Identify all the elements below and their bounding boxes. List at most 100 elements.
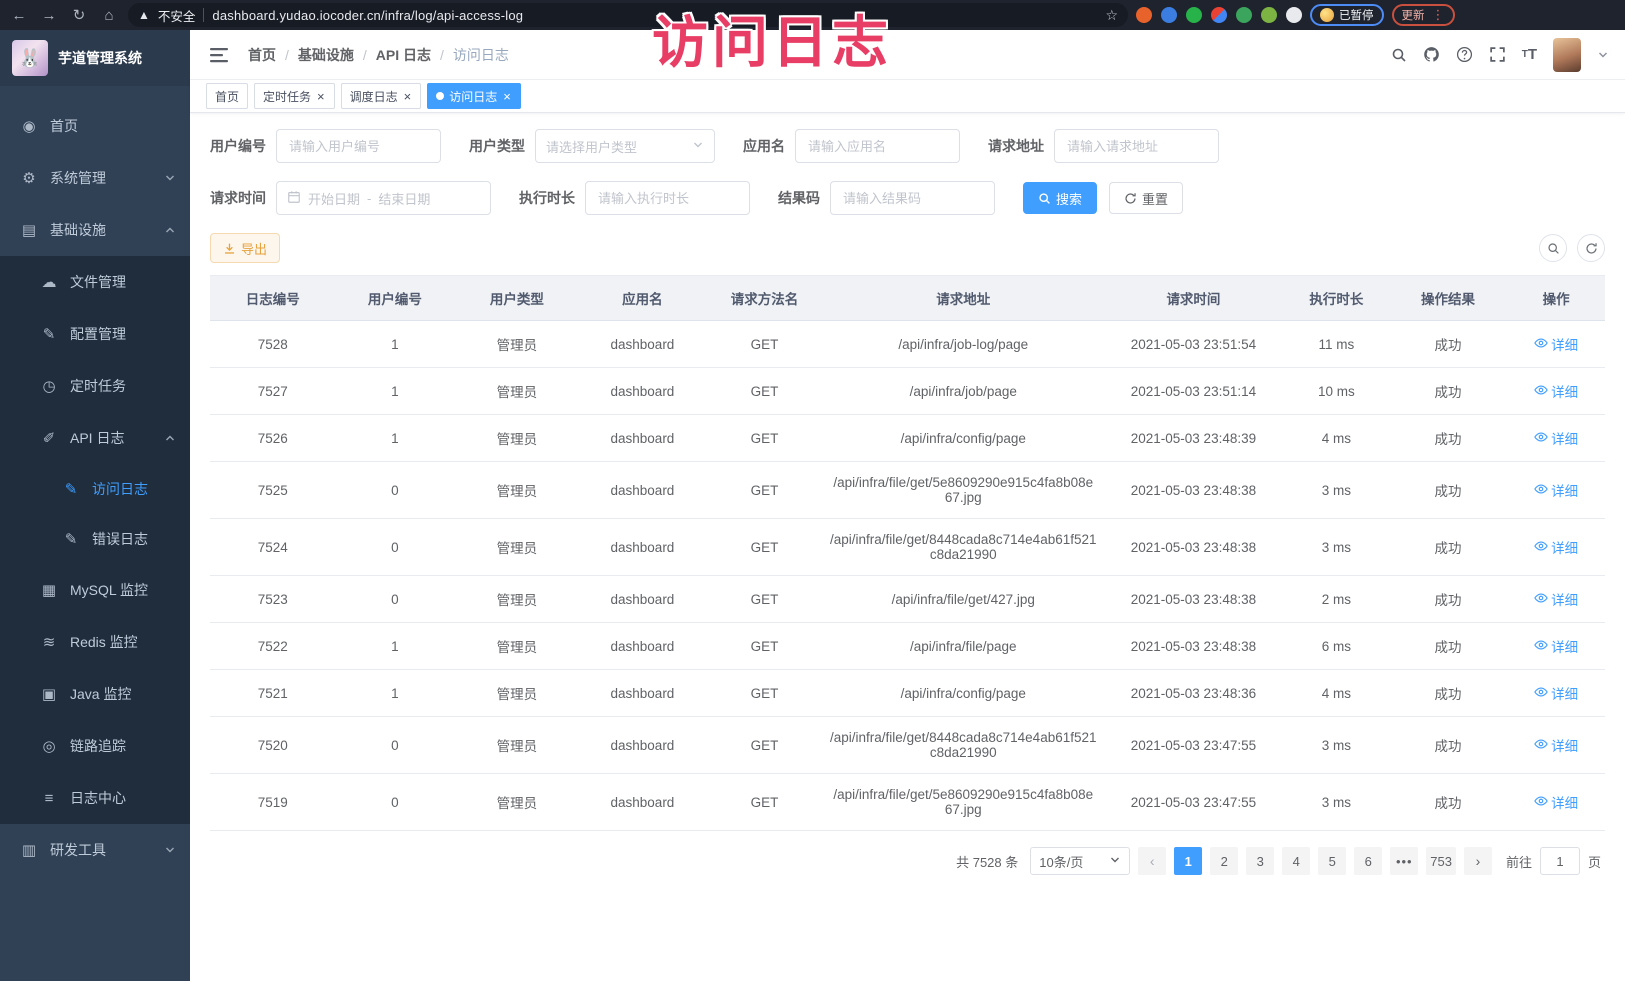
browser-home-icon[interactable]: ⌂ bbox=[98, 7, 120, 24]
breadcrumb-item[interactable]: 首页 bbox=[248, 45, 276, 65]
sidebar-item-Java-监控[interactable]: ▣Java 监控 bbox=[0, 668, 190, 720]
cell-执行时长: 4 ms bbox=[1284, 670, 1389, 717]
结果码-input[interactable] bbox=[830, 181, 995, 215]
page-ellipsis[interactable]: ••• bbox=[1390, 847, 1418, 875]
address-bar[interactable]: ▲ 不安全 dashboard.yudao.iocoder.cn/infra/l… bbox=[128, 3, 1128, 27]
detail-link[interactable]: 详细 bbox=[1534, 792, 1578, 812]
detail-link[interactable]: 详细 bbox=[1534, 334, 1578, 354]
goto-page-input[interactable] bbox=[1540, 847, 1580, 875]
detail-link[interactable]: 详细 bbox=[1534, 537, 1578, 557]
avatar-caret-icon[interactable] bbox=[1597, 49, 1609, 61]
sidebar-item-API-日志[interactable]: ✐API 日志 bbox=[0, 412, 190, 464]
detail-link[interactable]: 详细 bbox=[1534, 735, 1578, 755]
tab-首页[interactable]: 首页 bbox=[206, 83, 248, 109]
sidebar-item-MySQL-监控[interactable]: ▦MySQL 监控 bbox=[0, 564, 190, 616]
sidebar-item-基础设施[interactable]: ▤基础设施 bbox=[0, 204, 190, 256]
prev-page-button[interactable]: ‹ bbox=[1138, 847, 1166, 875]
breadcrumb-item[interactable]: 基础设施 bbox=[298, 45, 354, 65]
toggle-search-button[interactable] bbox=[1539, 234, 1567, 262]
browser-update-badge[interactable]: 更新 ⋮ bbox=[1392, 4, 1455, 26]
sidebar-item-日志中心[interactable]: ≡日志中心 bbox=[0, 772, 190, 824]
paw-extension-icon[interactable] bbox=[1286, 7, 1302, 23]
page-button-2[interactable]: 2 bbox=[1210, 847, 1238, 875]
请求地址-input[interactable] bbox=[1054, 129, 1219, 163]
cell-请求时间: 2021-05-03 23:51:54 bbox=[1103, 321, 1284, 368]
tab-调度日志[interactable]: 调度日志× bbox=[341, 83, 422, 109]
tab-定时任务[interactable]: 定时任务× bbox=[254, 83, 335, 109]
cell-用户编号: 1 bbox=[336, 415, 455, 462]
close-icon[interactable]: × bbox=[502, 90, 512, 103]
filter-field-用户类型: 用户类型请选择用户类型 bbox=[469, 129, 715, 163]
breadcrumb-item[interactable]: API 日志 bbox=[376, 45, 431, 65]
page-button-753[interactable]: 753 bbox=[1426, 847, 1456, 875]
page-button-6[interactable]: 6 bbox=[1354, 847, 1382, 875]
redis-icon: ≋ bbox=[40, 633, 58, 651]
refresh-button[interactable] bbox=[1577, 234, 1605, 262]
sidebar-item-Redis-监控[interactable]: ≋Redis 监控 bbox=[0, 616, 190, 668]
browser-forward-icon[interactable]: → bbox=[38, 7, 60, 24]
detail-link[interactable]: 详细 bbox=[1534, 480, 1578, 500]
orange-extension-icon[interactable] bbox=[1136, 7, 1152, 23]
github-icon[interactable] bbox=[1423, 46, 1440, 63]
browser-back-icon[interactable]: ← bbox=[8, 7, 30, 24]
chevron-down-icon bbox=[692, 139, 704, 154]
执行时长-input[interactable] bbox=[585, 181, 750, 215]
browser-menu-icon[interactable]: ⋮ bbox=[1432, 7, 1445, 23]
用户类型-select[interactable]: 请选择用户类型 bbox=[535, 129, 715, 163]
close-icon[interactable]: × bbox=[403, 90, 413, 103]
sidebar-item-首页[interactable]: ◉首页 bbox=[0, 100, 190, 152]
page-button-5[interactable]: 5 bbox=[1318, 847, 1346, 875]
shield-extension-icon[interactable] bbox=[1161, 7, 1177, 23]
bookmark-star-icon[interactable]: ☆ bbox=[1105, 7, 1118, 24]
search-icon[interactable] bbox=[1391, 47, 1407, 63]
detail-link[interactable]: 详细 bbox=[1534, 381, 1578, 401]
sidebar-item-访问日志[interactable]: ✎访问日志 bbox=[0, 464, 190, 514]
page-button-4[interactable]: 4 bbox=[1282, 847, 1310, 875]
detail-link[interactable]: 详细 bbox=[1534, 589, 1578, 609]
detail-link[interactable]: 详细 bbox=[1534, 683, 1578, 703]
tab-访问日志[interactable]: 访问日志× bbox=[427, 83, 521, 109]
app-logo[interactable]: 芋道管理系统 bbox=[0, 30, 190, 86]
edit-icon: ✎ bbox=[40, 325, 58, 343]
browser-reload-icon[interactable]: ↻ bbox=[68, 6, 90, 24]
sidebar-item-定时任务[interactable]: ◷定时任务 bbox=[0, 360, 190, 412]
translate-extension-icon[interactable] bbox=[1236, 7, 1252, 23]
table-row: 75211管理员dashboardGET/api/infra/config/pa… bbox=[210, 670, 1605, 717]
sidebar-item-配置管理[interactable]: ✎配置管理 bbox=[0, 308, 190, 360]
cell-请求方法名: GET bbox=[705, 774, 824, 831]
paused-label: 已暂停 bbox=[1339, 7, 1374, 23]
page-button-3[interactable]: 3 bbox=[1246, 847, 1274, 875]
sidebar-item-文件管理[interactable]: ☁文件管理 bbox=[0, 256, 190, 308]
green-bird-extension-icon[interactable] bbox=[1186, 7, 1202, 23]
eye-icon bbox=[1534, 591, 1548, 608]
fullscreen-icon[interactable] bbox=[1489, 46, 1506, 63]
hamburger-icon[interactable] bbox=[206, 43, 232, 67]
sidebar-item-系统管理[interactable]: ⚙系统管理 bbox=[0, 152, 190, 204]
next-page-button[interactable]: › bbox=[1464, 847, 1492, 875]
detail-label: 详细 bbox=[1551, 589, 1578, 609]
date-range-picker[interactable]: 开始日期-结束日期 bbox=[276, 181, 491, 215]
用户编号-input[interactable] bbox=[276, 129, 441, 163]
filter-field-请求时间: 请求时间开始日期-结束日期 bbox=[210, 181, 491, 215]
divider bbox=[203, 8, 204, 22]
paused-extension-badge[interactable]: 已暂停 bbox=[1310, 4, 1384, 26]
grid-extension-icon[interactable] bbox=[1211, 7, 1227, 23]
detail-link[interactable]: 详细 bbox=[1534, 636, 1578, 656]
help-icon[interactable] bbox=[1456, 46, 1473, 63]
font-size-icon[interactable]: TT bbox=[1522, 46, 1537, 63]
sidebar-item-错误日志[interactable]: ✎错误日志 bbox=[0, 514, 190, 564]
sidebar-item-研发工具[interactable]: ▥研发工具 bbox=[0, 824, 190, 876]
close-icon[interactable]: × bbox=[316, 90, 326, 103]
应用名-input[interactable] bbox=[795, 129, 960, 163]
reset-button[interactable]: 重置 bbox=[1109, 182, 1183, 214]
export-button[interactable]: 导出 bbox=[210, 233, 280, 263]
detail-link[interactable]: 详细 bbox=[1534, 428, 1578, 448]
page-size-select[interactable]: 10条/页 bbox=[1030, 847, 1130, 875]
page-button-1[interactable]: 1 bbox=[1174, 847, 1202, 875]
filter-field-执行时长: 执行时长 bbox=[519, 181, 750, 215]
sidebar-item-链路追踪[interactable]: ◎链路追踪 bbox=[0, 720, 190, 772]
user-avatar[interactable] bbox=[1553, 38, 1581, 72]
search-button[interactable]: 搜索 bbox=[1023, 182, 1097, 214]
person-extension-icon[interactable] bbox=[1261, 7, 1277, 23]
chevron-down-icon bbox=[1109, 854, 1121, 869]
